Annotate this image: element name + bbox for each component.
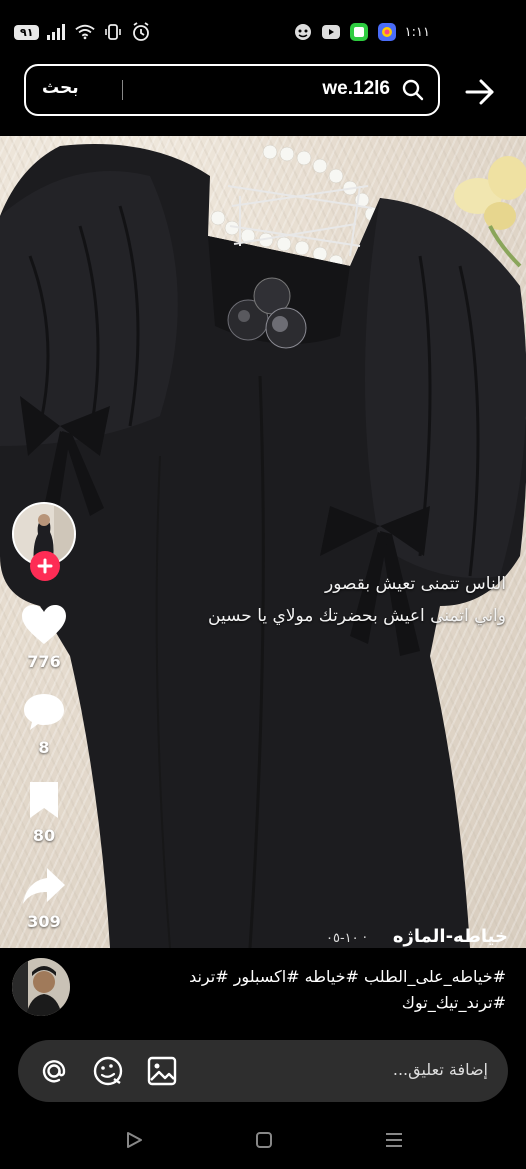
bookmark-icon <box>30 782 58 818</box>
comment-bubble-icon <box>24 694 64 730</box>
image-icon[interactable] <box>146 1055 178 1087</box>
triangle-back-icon <box>127 1132 142 1148</box>
search-bar[interactable]: بحث we.12l6 <box>24 64 440 116</box>
app-notification-icon <box>293 22 313 42</box>
status-left: ٩١ <box>14 22 151 42</box>
square-home-icon <box>256 1132 272 1148</box>
photos-app-icon <box>377 22 397 42</box>
nav-home-button[interactable] <box>252 1128 276 1152</box>
video-player[interactable]: الناس تتمنى تعيش بقصور واني اتمنى اعيش ب… <box>0 136 526 948</box>
save-button[interactable]: 80 <box>14 780 74 845</box>
share-arrow-icon <box>23 868 65 904</box>
signal-icon <box>47 22 67 42</box>
search-button[interactable]: بحث <box>42 78 79 98</box>
battery-indicator: ٩١ <box>14 24 40 40</box>
comment-button[interactable]: 8 <box>14 692 74 757</box>
nav-back-button[interactable] <box>122 1128 146 1152</box>
video-overlay-line1: الناس تتمنى تعيش بقصور <box>325 574 506 594</box>
comment-count: 8 <box>38 738 50 757</box>
video-app-icon <box>321 22 341 42</box>
follow-button[interactable] <box>30 551 60 581</box>
comment-input[interactable]: إضافة تعليق... <box>393 1060 488 1079</box>
wifi-icon <box>75 22 96 42</box>
like-count: 776 <box>27 652 61 671</box>
caption-date: ١٠-٠٥ · <box>326 931 367 946</box>
status-time: ١:١١ <box>404 24 430 40</box>
mention-icon[interactable] <box>38 1055 70 1087</box>
status-right: ١:١١ <box>293 22 430 42</box>
like-button[interactable]: 776 <box>14 604 74 671</box>
search-icon <box>402 79 424 105</box>
commenter-avatar-image <box>12 958 70 1016</box>
video-overlay-line2: واني اتمنى اعيش بحضرتك مولاي يا حسين <box>208 606 506 626</box>
emoji-icon[interactable] <box>92 1055 124 1087</box>
alarm-icon <box>131 22 151 42</box>
search-divider <box>122 80 123 100</box>
nav-recents-button[interactable] <box>382 1128 406 1152</box>
heart-icon <box>22 605 66 644</box>
arrow-right-icon <box>465 79 494 105</box>
comment-input-bar[interactable]: إضافة تعليق... <box>18 1040 508 1102</box>
search-input[interactable]: we.12l6 <box>322 78 390 100</box>
save-count: 80 <box>32 826 56 845</box>
vibrate-icon <box>103 22 123 42</box>
plus-icon <box>37 558 53 574</box>
messaging-app-icon <box>349 22 369 42</box>
back-arrow-button[interactable] <box>460 72 500 112</box>
system-nav-bar <box>0 1110 526 1169</box>
comment-preview[interactable]: #خياطه_على_الطلب #خياطه #اكسبلور #ترند #… <box>0 948 526 1028</box>
caption-author[interactable]: خياطه-الماژه <box>393 926 508 947</box>
status-bar: ٩١ ١:١١ <box>0 0 526 64</box>
share-count: 309 <box>27 912 61 931</box>
dress-image <box>0 144 526 948</box>
share-button[interactable]: 309 <box>14 866 74 931</box>
commenter-avatar[interactable] <box>12 958 70 1016</box>
hashtag-text[interactable]: #خياطه_على_الطلب #خياطه #اكسبلور #ترند #… <box>86 964 506 1016</box>
menu-lines-icon <box>386 1133 402 1147</box>
